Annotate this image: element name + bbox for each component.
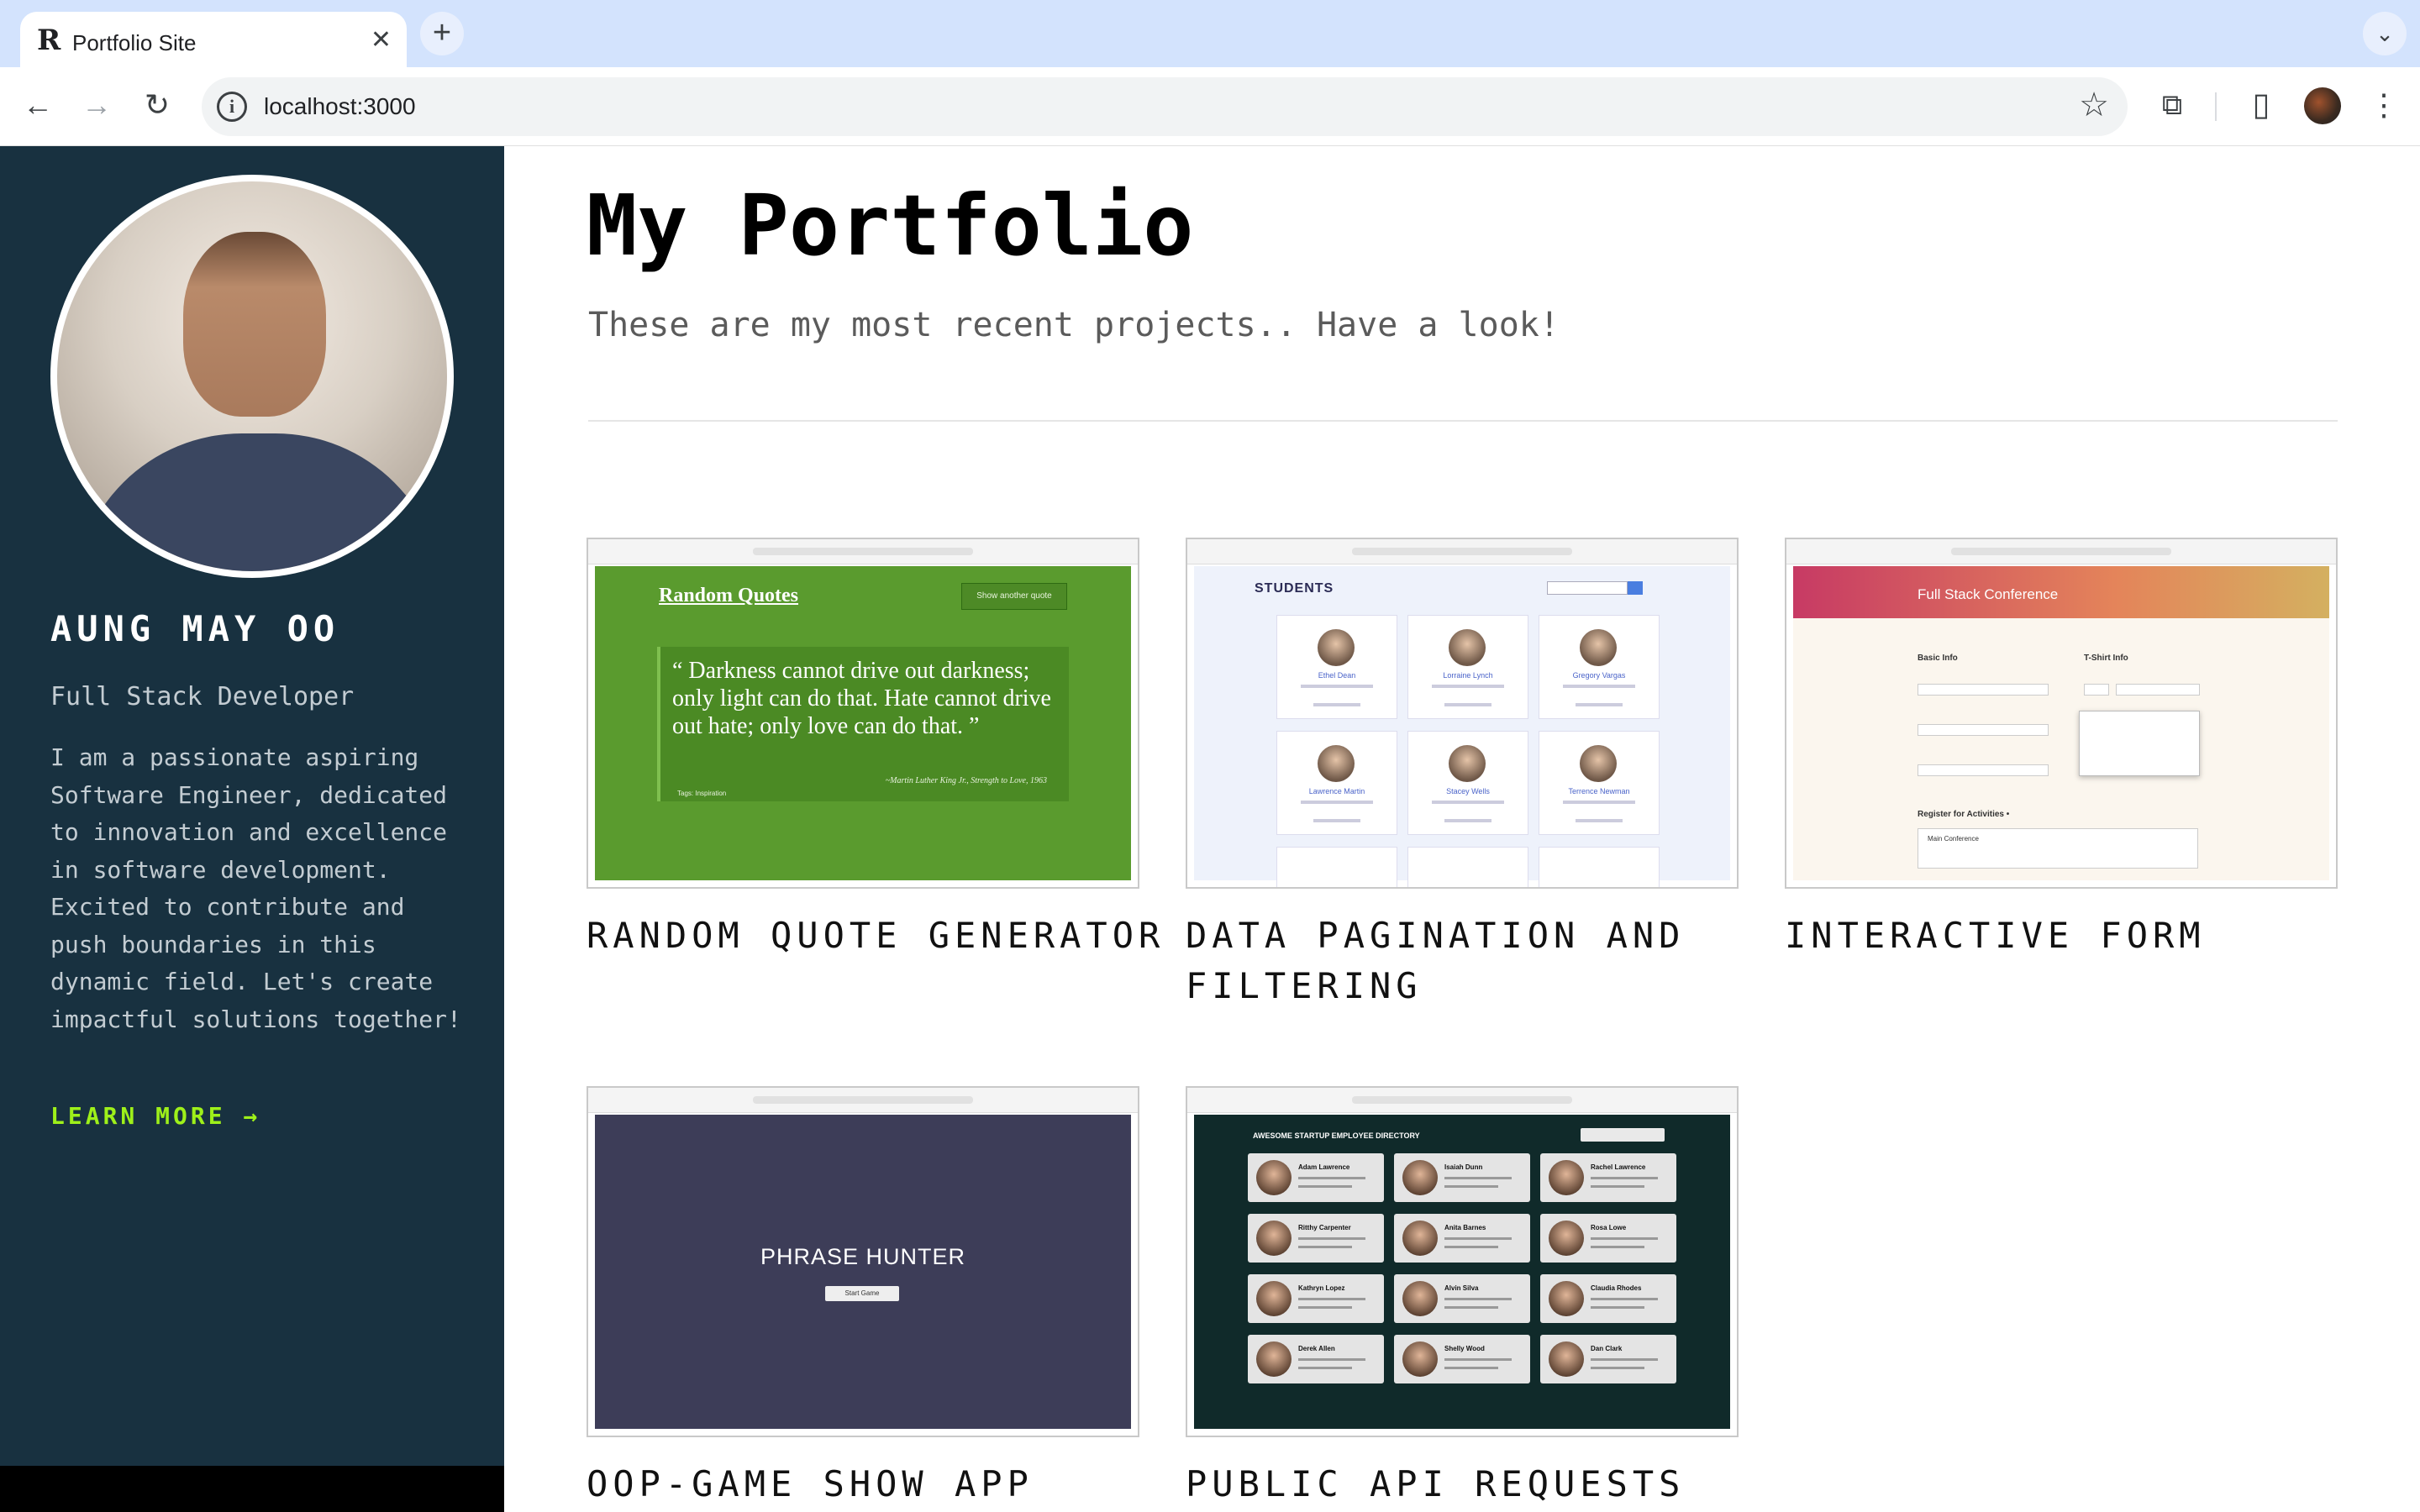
address-bar[interactable]: i localhost:3000 ☆ — [202, 77, 2128, 136]
reload-button[interactable]: ↻ — [136, 84, 178, 126]
employee-card: Alvin Silva — [1394, 1274, 1530, 1323]
thumb-activity: Main Conference — [1928, 835, 1979, 843]
site-info-icon[interactable]: i — [217, 92, 247, 122]
bookmark-star-icon[interactable]: ☆ — [2079, 86, 2109, 124]
sidebar-footer — [0, 1466, 504, 1512]
project-title[interactable]: DATA PAGINATION AND FILTERING — [1186, 911, 1824, 1011]
profile-photo-shirt — [74, 433, 444, 571]
project-thumbnail[interactable]: Random Quotes Show another quote “ Darkn… — [587, 538, 1139, 889]
student-card: Terrence Newman — [1539, 731, 1660, 835]
employee-card: Derek Allen — [1248, 1335, 1384, 1383]
profile-name: AUNG MAY OO — [50, 608, 340, 649]
thumb-cite: ~Martin Luther King Jr., Strength to Lov… — [885, 776, 1047, 785]
profile-bio: I am a passionate aspiring Software Engi… — [50, 743, 461, 1033]
thumb-label: Register for Activities • — [1918, 810, 2010, 819]
thumb-heading: Random Quotes — [659, 585, 799, 606]
site-favicon-icon: R — [37, 24, 61, 57]
browser-menu-icon[interactable]: ⋮ — [2363, 84, 2405, 126]
browser-tab-strip: R Portfolio Site ✕ + ⌄ — [0, 0, 2420, 67]
thumbnail-browser-bar — [1187, 539, 1737, 564]
page-title: My Portfolio — [587, 176, 1194, 275]
extensions-icon[interactable]: ⧉ — [2151, 84, 2193, 126]
thumbnail-browser-bar — [1786, 539, 2336, 564]
employee-card: Claudia Rhodes — [1540, 1274, 1676, 1323]
forward-button[interactable]: → — [76, 84, 118, 126]
thumb-search — [1581, 1128, 1665, 1142]
learn-more-link[interactable]: LEARN MORE → — [50, 1102, 260, 1130]
browser-toolbar: ← → ↻ i localhost:3000 ☆ ⧉ ▯ ⋮ — [0, 67, 2420, 146]
thumb-field — [1918, 724, 2049, 736]
pagination-screenshot: STUDENTS Ethel Dean Lorraine Lynch Grego… — [1194, 566, 1730, 887]
thumb-field — [1918, 684, 2049, 696]
thumbnail-browser-bar — [588, 1088, 1138, 1113]
profile-photo-face — [183, 232, 326, 417]
employee-card: Rachel Lawrence — [1540, 1153, 1676, 1202]
thumb-heading: Full Stack Conference — [1918, 586, 2059, 602]
thumb-field — [2116, 684, 2200, 696]
thumb-label: Basic Info — [1918, 654, 1958, 663]
project-title[interactable]: OOP-GAME SHOW APP — [587, 1459, 1225, 1509]
student-card: Lawrence Martin — [1276, 731, 1397, 835]
employee-card: Ritthy Carpenter — [1248, 1214, 1384, 1263]
employee-directory-screenshot: AWESOME STARTUP EMPLOYEE DIRECTORY Adam … — [1194, 1115, 1730, 1429]
quote-generator-screenshot: Random Quotes Show another quote “ Darkn… — [595, 566, 1131, 880]
employee-card: Dan Clark — [1540, 1335, 1676, 1383]
header-divider — [588, 420, 2338, 422]
thumb-button: Start Game — [825, 1286, 899, 1301]
thumb-search-button — [1628, 581, 1643, 595]
employee-card: Anita Barnes — [1394, 1214, 1530, 1263]
thumb-tag: Tags: Inspiration — [677, 790, 727, 797]
thumb-search — [1547, 581, 1628, 595]
project-title[interactable]: INTERACTIVE FORM — [1785, 911, 2420, 961]
tab-search-button[interactable]: ⌄ — [2363, 12, 2407, 55]
employee-card: Isaiah Dunn — [1394, 1153, 1530, 1202]
employee-card: Adam Lawrence — [1248, 1153, 1384, 1202]
url-text[interactable]: localhost:3000 — [264, 93, 416, 120]
student-card — [1407, 847, 1528, 887]
student-card: Stacey Wells — [1407, 731, 1528, 835]
project-thumbnail[interactable]: STUDENTS Ethel Dean Lorraine Lynch Grego… — [1186, 538, 1739, 889]
employee-card: Shelly Wood — [1394, 1335, 1530, 1383]
project-thumbnail[interactable]: AWESOME STARTUP EMPLOYEE DIRECTORY Adam … — [1186, 1086, 1739, 1437]
student-card: Lorraine Lynch — [1407, 615, 1528, 719]
thumb-heading: PHRASE HUNTER — [760, 1244, 966, 1269]
interactive-form-screenshot: Full Stack Conference Basic Info T-Shirt… — [1793, 566, 2329, 880]
side-panel-icon[interactable]: ▯ — [2240, 84, 2282, 126]
project-title[interactable]: PUBLIC API REQUESTS — [1186, 1459, 1824, 1509]
thumb-field — [1918, 764, 2049, 776]
phrase-hunter-screenshot: PHRASE HUNTER Start Game — [595, 1115, 1131, 1429]
thumbnail-browser-bar — [588, 539, 1138, 564]
employee-card: Rosa Lowe — [1540, 1214, 1676, 1263]
thumb-header: Full Stack Conference — [1793, 566, 2329, 618]
thumb-button: Show another quote — [961, 583, 1067, 610]
new-tab-button[interactable]: + — [420, 12, 464, 55]
close-tab-icon[interactable]: ✕ — [371, 25, 392, 55]
student-card — [1276, 847, 1397, 887]
thumb-heading: STUDENTS — [1255, 581, 1334, 596]
thumb-label: T-Shirt Info — [2084, 654, 2128, 663]
thumbnail-browser-bar — [1187, 1088, 1737, 1113]
back-button[interactable]: ← — [17, 84, 59, 126]
profile-photo — [50, 175, 454, 578]
student-card: Gregory Vargas — [1539, 615, 1660, 719]
student-card — [1539, 847, 1660, 887]
toolbar-divider — [2215, 92, 2217, 121]
thumb-dropdown — [2079, 711, 2200, 776]
page-subtitle: These are my most recent projects.. Have… — [588, 306, 1560, 344]
tab-title: Portfolio Site — [72, 30, 197, 55]
project-thumbnail[interactable]: Full Stack Conference Basic Info T-Shirt… — [1785, 538, 2338, 889]
browser-tab[interactable]: R Portfolio Site ✕ — [20, 12, 407, 67]
thumb-field — [2084, 684, 2109, 696]
thumb-heading: AWESOME STARTUP EMPLOYEE DIRECTORY — [1253, 1131, 1420, 1140]
project-title[interactable]: RANDOM QUOTE GENERATOR — [587, 911, 1225, 961]
employee-card: Kathryn Lopez — [1248, 1274, 1384, 1323]
student-card: Ethel Dean — [1276, 615, 1397, 719]
project-thumbnail[interactable]: PHRASE HUNTER Start Game — [587, 1086, 1139, 1437]
profile-avatar-icon[interactable] — [2304, 87, 2341, 124]
profile-sidebar: AUNG MAY OO Full Stack Developer I am a … — [0, 146, 504, 1466]
profile-role: Full Stack Developer — [50, 682, 355, 711]
